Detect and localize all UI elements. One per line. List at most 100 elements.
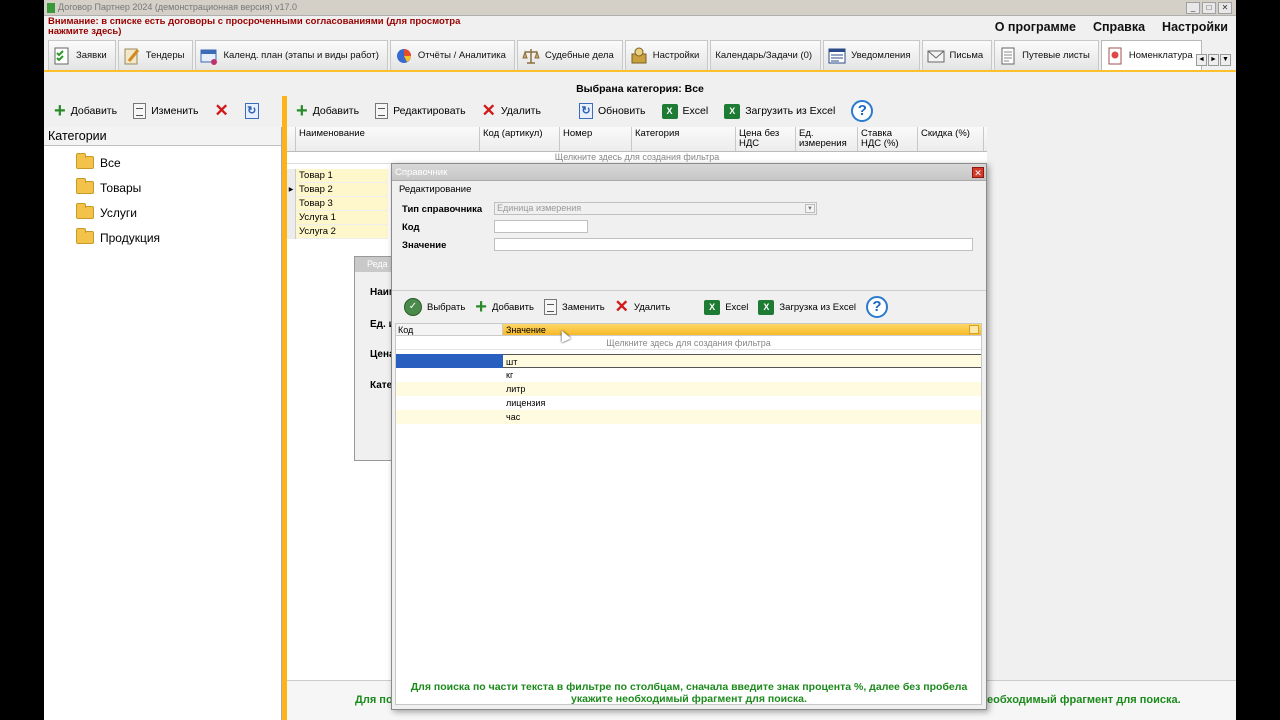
reference-type-value: Единица измерения <box>497 203 582 213</box>
col-header-code[interactable]: Код (артикул) <box>480 127 560 151</box>
row-code <box>396 368 503 382</box>
category-item-all[interactable]: Все <box>44 150 281 175</box>
dialog-toolbar: ✓ Выбрать + Добавить Заменить ✕ Удалить … <box>392 290 986 323</box>
tab-nomenclature[interactable]: Номенклатура <box>1100 40 1202 70</box>
category-delete-button[interactable]: ✕ <box>208 102 234 119</box>
tab-waybills[interactable]: Путевые листы <box>994 40 1099 70</box>
grid-corner <box>287 127 296 151</box>
tab-letters[interactable]: Письма <box>921 40 993 70</box>
maximize-button[interactable]: □ <box>1202 2 1216 14</box>
item-edit-button[interactable]: Редактировать <box>369 103 472 119</box>
tab-accent-line <box>44 70 1236 72</box>
value-field[interactable] <box>494 238 973 251</box>
table-row[interactable]: шт <box>396 354 981 368</box>
category-item-label: Все <box>100 155 121 170</box>
folder-icon <box>76 153 94 169</box>
row-code <box>396 382 503 396</box>
dialog-help-button[interactable]: ? <box>862 296 894 318</box>
title-bar: Договор Партнер 2024 (демонстрационная в… <box>44 0 1236 16</box>
tab-notifications[interactable]: Уведомления <box>823 40 920 70</box>
chevron-down-icon: ▼ <box>805 204 815 213</box>
category-refresh-button[interactable]: ↻ <box>239 103 265 119</box>
selected-category-text: Выбрана категория: Все <box>576 83 704 95</box>
main-tabs: Заявки Тендеры Календ. план (этапы и вид… <box>48 40 1204 70</box>
category-item-label: Товары <box>100 180 142 195</box>
tab-court-cases[interactable]: Судебные дела <box>516 40 623 70</box>
table-row[interactable]: час <box>396 410 981 424</box>
dialog-select-button[interactable]: ✓ Выбрать <box>400 298 471 316</box>
reference-type-select[interactable]: Единица измерения ▼ <box>494 202 817 215</box>
dialog-search-hint: Для поиска по части текста в фильтре по … <box>410 681 968 705</box>
item-delete-button[interactable]: ✕ Удалить <box>476 101 547 120</box>
dialog-add-button[interactable]: + Добавить <box>471 297 540 317</box>
catalog-icon <box>1106 46 1124 66</box>
item-add-button[interactable]: + Добавить <box>290 101 365 121</box>
col-header-category[interactable]: Категория <box>632 127 736 151</box>
tab-tenders[interactable]: Тендеры <box>117 40 194 70</box>
dialog-delete-button[interactable]: ✕ Удалить <box>611 298 677 315</box>
value-label: Значение <box>402 240 447 251</box>
table-row[interactable]: лицензия <box>396 396 981 410</box>
table-row[interactable]: кг <box>396 368 981 382</box>
tab-reports[interactable]: Отчёты / Аналитика <box>389 40 515 70</box>
row-value: литр <box>503 382 981 396</box>
category-item-services[interactable]: Услуги <box>44 200 281 225</box>
dialog-excel-button[interactable]: X Excel <box>700 299 754 315</box>
category-item-products[interactable]: Продукция <box>44 225 281 250</box>
delete-x-icon: ✕ <box>481 101 496 120</box>
col-header-vat[interactable]: Ставка НДС (%) <box>858 127 918 151</box>
tab-list-dropdown-icon[interactable]: ▼ <box>1220 54 1231 66</box>
category-item-goods[interactable]: Товары <box>44 175 281 200</box>
overdue-warning-link[interactable]: Внимание: в списке есть договоры с проср… <box>48 17 478 37</box>
excel-icon: X <box>661 103 678 119</box>
tab-calendar-plan[interactable]: Календ. план (этапы и виды работ) <box>195 40 388 70</box>
reference-grid: Код Значение Щелкните здесь для создания… <box>395 323 982 705</box>
col-header-code[interactable]: Код <box>396 324 503 335</box>
col-header-number[interactable]: Номер <box>560 127 632 151</box>
tab-settings[interactable]: Настройки <box>624 40 709 70</box>
reference-filter-row[interactable]: Щелкните здесь для создания фильтра <box>396 336 981 350</box>
tab-scroll-right-icon[interactable]: ► <box>1208 54 1219 66</box>
row-code <box>396 410 503 424</box>
dialog-replace-button[interactable]: Заменить <box>540 299 611 315</box>
main-hint-right: еобходимый фрагмент для поиска. <box>987 694 1181 706</box>
category-add-button[interactable]: + Добавить <box>48 101 123 121</box>
dialog-excel-label: Excel <box>725 301 749 313</box>
close-window-button[interactable]: ✕ <box>1218 2 1232 14</box>
main-help-button[interactable]: ? <box>845 100 879 122</box>
col-header-value[interactable]: Значение <box>503 324 981 335</box>
item-refresh-button[interactable]: ↻ Обновить <box>573 103 652 119</box>
col-header-discount[interactable]: Скидка (%) <box>918 127 984 151</box>
dialog-load-excel-button[interactable]: X Загрузка из Excel <box>754 299 862 315</box>
category-edit-button[interactable]: Изменить <box>127 103 204 119</box>
category-item-label: Услуги <box>100 205 137 220</box>
col-header-unit[interactable]: Ед. измерения <box>796 127 858 151</box>
edit-doc-icon <box>375 103 389 119</box>
item-add-label: Добавить <box>312 105 360 117</box>
filter-icon[interactable] <box>969 325 979 334</box>
tab-requests[interactable]: Заявки <box>48 40 116 70</box>
row-name: Товар 3 <box>296 197 388 211</box>
tab-scroll-left-icon[interactable]: ◄ <box>1196 54 1207 66</box>
menu-help[interactable]: Справка <box>1093 20 1145 34</box>
help-icon: ? <box>851 100 874 122</box>
settings-icon <box>630 46 648 66</box>
table-row[interactable]: литр <box>396 382 981 396</box>
col-header-price[interactable]: Цена без НДС <box>736 127 796 151</box>
code-field[interactable] <box>494 220 588 233</box>
row-indicator: ▶ <box>287 183 296 197</box>
row-value: шт <box>503 354 981 368</box>
tab-calendar-tasks[interactable]: Календарь/Задачи (0) <box>710 40 822 70</box>
item-load-excel-button[interactable]: X Загрузить из Excel <box>718 103 841 119</box>
menu-about[interactable]: О программе <box>995 20 1076 34</box>
category-edit-label: Изменить <box>151 105 199 117</box>
window-title: Договор Партнер 2024 (демонстрационная в… <box>58 2 298 12</box>
refresh-icon: ↻ <box>244 103 259 119</box>
grid-header: Наименование Код (артикул) Номер Категор… <box>287 127 987 152</box>
minimize-button[interactable]: _ <box>1186 2 1200 14</box>
dialog-caption: Справочник <box>392 164 986 181</box>
item-excel-button[interactable]: X Excel <box>656 103 715 119</box>
menu-settings[interactable]: Настройки <box>1162 20 1228 34</box>
dialog-close-button[interactable]: ✕ <box>972 167 984 178</box>
col-header-name[interactable]: Наименование <box>296 127 480 151</box>
